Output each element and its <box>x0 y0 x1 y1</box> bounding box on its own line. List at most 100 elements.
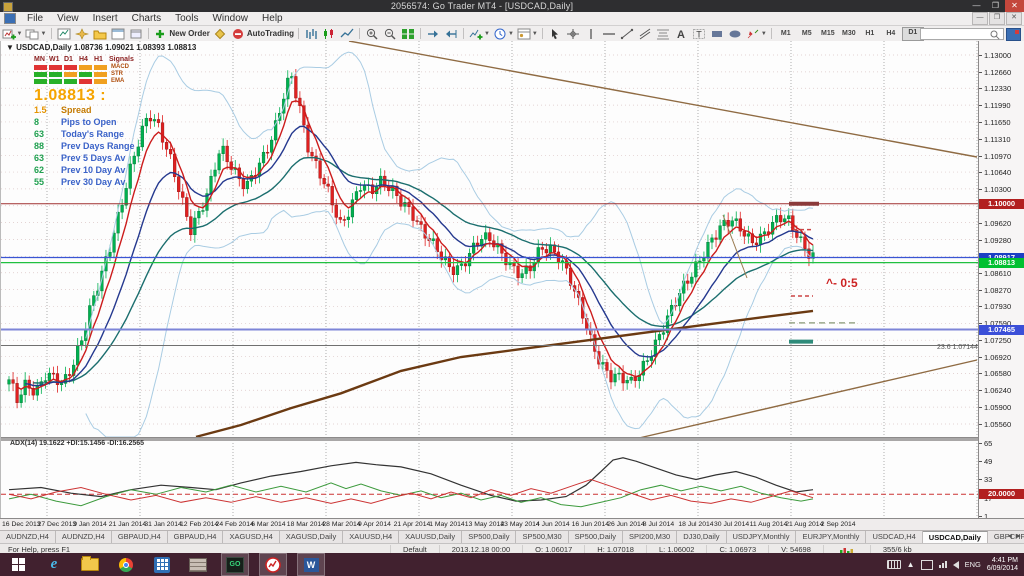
arrows-tool-button[interactable]: ▼ <box>745 27 768 40</box>
child-close-button[interactable]: ✕ <box>1006 12 1022 25</box>
menu-tools[interactable]: Tools <box>168 13 205 24</box>
adx-level-badge: 20.0000 <box>979 489 1024 499</box>
text-tool-button[interactable]: A <box>673 27 690 40</box>
chart-tab-eurjpy-monthly[interactable]: EURJPY,Monthly <box>796 531 866 543</box>
zoom-out-button[interactable] <box>382 27 399 40</box>
full-screen-button[interactable] <box>127 27 144 40</box>
language-indicator[interactable]: ENG <box>965 560 981 569</box>
chart-tab-spi200-m30[interactable]: SPI200,M30 <box>623 531 677 543</box>
quote-line[interactable]: ▼ USDCAD,Daily 1.08736 1.09021 1.08393 1… <box>6 43 196 52</box>
label-tool-button[interactable]: T <box>691 27 708 40</box>
child-minimize-button[interactable]: — <box>972 12 988 25</box>
auto-scroll-button[interactable] <box>425 27 442 40</box>
timeframe-m15-button[interactable]: M15 <box>818 28 838 40</box>
ellipse-tool-button[interactable] <box>727 27 744 40</box>
price-axis[interactable]: 1.130001.126601.123301.119901.116501.113… <box>978 41 1024 518</box>
strategy-tester-button[interactable] <box>109 27 126 40</box>
toolbar-separator <box>420 28 421 39</box>
autotrading-button[interactable]: AutoTrading <box>230 27 295 40</box>
fibonacci-tool-button[interactable] <box>655 27 672 40</box>
templates-button[interactable]: ▼ <box>516 27 539 40</box>
timeframe-h4-button[interactable]: H4 <box>881 28 901 40</box>
tab-scroll-left-icon[interactable]: ◄ <box>1006 533 1015 540</box>
start-button[interactable] <box>5 554 31 575</box>
minimize-button[interactable]: — <box>967 0 986 12</box>
timeframe-m30-button[interactable]: M30 <box>839 28 859 40</box>
market-watch-button[interactable] <box>55 27 72 40</box>
chart-tab-sp500-daily[interactable]: SP500,Daily <box>462 531 516 543</box>
chrome-icon[interactable] <box>113 554 139 575</box>
mailbox-icon[interactable] <box>1006 28 1021 41</box>
current-price: 1.08813 : <box>34 87 135 105</box>
chart-tab-usdcad-daily[interactable]: USDCAD,Daily <box>923 531 988 543</box>
chart-bars-button[interactable] <box>303 27 320 40</box>
word-icon[interactable]: W <box>297 553 325 576</box>
chart-tab-dj30-daily[interactable]: DJ30,Daily <box>677 531 726 543</box>
terminal-button[interactable] <box>91 27 108 40</box>
chart-candles-button[interactable] <box>321 27 338 40</box>
chart-tab-audnzd-h4[interactable]: AUDNZD,H4 <box>0 531 56 543</box>
profiles-button[interactable]: ▼ <box>24 27 47 40</box>
chart-tab-xauusd-h4[interactable]: XAUUSD,H4 <box>343 531 399 543</box>
panel-separator[interactable] <box>1 437 979 441</box>
expert-advisors-button[interactable] <box>212 27 229 40</box>
chart-window[interactable]: ▼ USDCAD,Daily 1.08736 1.09021 1.08393 1… <box>0 41 979 518</box>
stat-value: 1.5 <box>34 105 56 117</box>
chart-tab-xagusd-h4[interactable]: XAGUSD,H4 <box>223 531 279 543</box>
svg-text:A: A <box>677 29 685 40</box>
signal-icon[interactable] <box>939 561 947 568</box>
indicators-list-button[interactable]: ▼ <box>468 27 491 40</box>
timeframe-m5-button[interactable]: M5 <box>797 28 817 40</box>
chart-tab-xauusd-daily[interactable]: XAUUSD,Daily <box>399 531 462 543</box>
chart-shift-button[interactable] <box>443 27 460 40</box>
internet-explorer-icon[interactable]: e <box>41 554 67 575</box>
touch-keyboard-icon[interactable] <box>887 560 901 569</box>
mt4-taskbar-icon[interactable] <box>259 553 287 576</box>
signal-cell <box>49 79 62 84</box>
menu-window[interactable]: Window <box>205 13 255 24</box>
new-order-button[interactable]: New Order <box>152 27 210 40</box>
chart-tab-sp500-m30[interactable]: SP500,M30 <box>516 531 568 543</box>
trendline-tool-button[interactable] <box>619 27 636 40</box>
tile-windows-button[interactable] <box>400 27 417 40</box>
tester-icon <box>111 28 125 40</box>
file-explorer-icon[interactable] <box>77 554 103 575</box>
zoom-in-button[interactable] <box>364 27 381 40</box>
channel-tool-button[interactable] <box>637 27 654 40</box>
chart-tab-xagusd-daily[interactable]: XAGUSD,Daily <box>280 531 343 543</box>
child-restore-button[interactable]: ❐ <box>989 12 1005 25</box>
chart-tab-gbpaud-h4[interactable]: GBPAUD,H4 <box>168 531 224 543</box>
chart-tab-usdcad-h4[interactable]: USDCAD,H4 <box>866 531 922 543</box>
chart-tab-sp500-daily[interactable]: SP500,Daily <box>569 531 623 543</box>
calculator-icon[interactable] <box>149 554 175 575</box>
chart-tab-usdjpy-monthly[interactable]: USDJPY,Monthly <box>727 531 797 543</box>
chart-line-button[interactable] <box>339 27 356 40</box>
clock[interactable]: 4:41 PM 6/09/2014 <box>987 557 1018 573</box>
timeframe-h1-button[interactable]: H1 <box>860 28 880 40</box>
chart-tab-gbpaud-h4[interactable]: GBPAUD,H4 <box>112 531 168 543</box>
cursor-button[interactable] <box>547 27 564 40</box>
tab-scroll-buttons: ◄ ► <box>1006 533 1022 540</box>
close-button[interactable]: ✕ <box>1005 0 1024 12</box>
menu-help[interactable]: Help <box>255 13 290 24</box>
horizontal-line-button[interactable] <box>601 27 618 40</box>
timeframe-m1-button[interactable]: M1 <box>776 28 796 40</box>
menu-view[interactable]: View <box>50 13 86 24</box>
periods-button[interactable]: ▼ <box>492 27 515 40</box>
volume-icon[interactable] <box>953 561 959 569</box>
crosshair-button[interactable] <box>565 27 582 40</box>
new-chart-button[interactable]: ▼ <box>1 27 24 40</box>
tab-scroll-right-icon[interactable]: ► <box>1015 533 1022 540</box>
menu-file[interactable]: File <box>20 13 50 24</box>
rectangle-tool-button[interactable] <box>709 27 726 40</box>
tray-expand-icon[interactable]: ▲ <box>907 560 915 569</box>
maximize-button[interactable]: ❐ <box>986 0 1005 12</box>
go-trader-icon[interactable]: GO <box>221 553 249 576</box>
network-icon[interactable] <box>921 560 933 570</box>
chart-tab-audnzd-h4[interactable]: AUDNZD,H4 <box>56 531 112 543</box>
menu-insert[interactable]: Insert <box>86 13 125 24</box>
navigator-button[interactable] <box>73 27 90 40</box>
menu-charts[interactable]: Charts <box>125 13 168 24</box>
vertical-line-button[interactable] <box>583 27 600 40</box>
bricks-app-icon[interactable] <box>185 554 211 575</box>
